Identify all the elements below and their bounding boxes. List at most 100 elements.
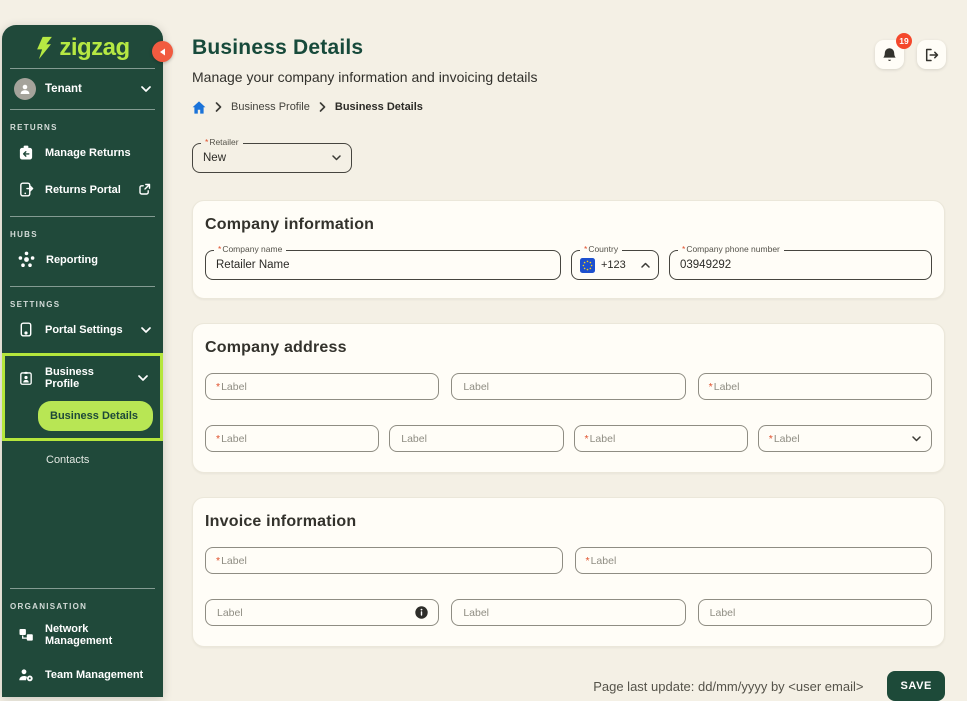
breadcrumb: Business Profile Business Details [192,100,945,114]
notifications-button[interactable]: 19 [875,40,904,69]
breadcrumb-item[interactable]: Business Profile [231,100,310,114]
placeholder: Label [462,607,489,619]
card-title: Invoice information [205,512,932,531]
country-select[interactable]: *Country +123 [571,250,659,280]
invoice-field-1[interactable]: *Label [205,547,563,574]
address-field-3[interactable]: *Label [698,373,932,400]
tenant-label: Tenant [45,83,82,95]
company-name-value: Retailer Name [216,259,290,271]
address-field-4[interactable]: *Label [205,425,379,452]
chevron-down-icon [912,436,921,442]
invoice-information-card: Invoice information *Label *Label Label … [192,497,945,647]
external-link-icon [138,183,151,196]
sidebar-bottom-group: ORGANISATION Network Management Team Man… [2,588,163,697]
retailer-value: New [203,152,226,164]
company-name-field[interactable]: *Company name Retailer Name [205,250,561,280]
chevron-up-icon [641,262,650,268]
section-label-returns: RETURNS [2,110,163,134]
portal-settings-icon [18,321,34,338]
business-profile-icon [18,370,34,387]
company-information-card: Company information *Company name Retail… [192,200,945,299]
invoice-field-5[interactable]: Label [698,599,932,626]
last-update-note: Page last update: dd/mm/yyyy by <user em… [593,679,863,694]
card-title: Company information [205,215,932,234]
sidebar-item-label: Team Management [45,669,143,681]
home-icon[interactable] [192,101,206,114]
company-address-card: Company address *Label Label *Label *Lab… [192,323,945,473]
invoice-field-3[interactable]: Label [205,599,439,626]
tenant-menu[interactable]: Tenant [2,69,163,109]
main-content: 19 Business Details Manage your company … [163,0,967,697]
address-field-2[interactable]: Label [451,373,685,400]
address-select-7[interactable]: *Label [758,425,932,452]
dial-code: +123 [601,259,626,271]
field-label: *Company phone number [678,244,784,255]
placeholder: Label [400,433,427,445]
sidebar-item-manage-returns[interactable]: Manage Returns [2,134,163,171]
sidebar-item-portal-settings[interactable]: Portal Settings [2,311,163,348]
address-row-1: *Label Label *Label [205,373,932,400]
sidebar-subitem-business-details[interactable]: Business Details [38,401,153,431]
sidebar-item-label: Manage Returns [45,147,131,159]
page-title: Business Details [192,0,945,60]
field-label: *Company name [214,244,286,255]
info-icon[interactable] [415,606,428,619]
caret-left-icon [159,48,166,56]
address-field-1[interactable]: *Label [205,373,439,400]
placeholder: *Label [709,381,740,393]
sidebar-collapse-button[interactable] [152,41,173,62]
address-field-6[interactable]: *Label [574,425,748,452]
invoice-field-2[interactable]: *Label [575,547,933,574]
reporting-hub-icon [18,251,35,268]
placeholder: *Label [586,555,617,567]
retailer-label: *Retailer [201,137,243,148]
retailer-select[interactable]: *Retailer New [192,143,352,173]
company-phone-field[interactable]: *Company phone number 03949292 [669,250,932,280]
placeholder: Label [709,607,736,619]
chevron-down-icon [332,155,341,161]
page-subtitle: Manage your company information and invo… [192,69,945,86]
sidebar-item-business-profile[interactable]: Business Profile [5,356,160,400]
eu-flag-icon [580,258,595,273]
placeholder: Label [216,607,243,619]
sidebar-item-reporting[interactable]: Reporting [2,241,163,278]
sidebar: zigzag Tenant RETURNS Manage Returns Ret… [2,25,163,697]
team-management-icon [18,667,34,683]
chevron-down-icon [138,375,148,381]
bell-icon [882,47,897,63]
placeholder: Label [462,381,489,393]
company-phone-value: 03949292 [680,259,731,271]
returns-portal-icon [18,181,34,198]
sidebar-item-label: Network Management [45,623,151,647]
chevron-down-icon [141,327,151,333]
manage-returns-icon [18,144,34,161]
placeholder: *Label [216,381,247,393]
placeholder: *Label [216,433,247,445]
logo: zigzag [2,25,163,68]
sidebar-item-team-management[interactable]: Team Management [2,657,163,693]
tenant-avatar-icon [14,78,36,100]
placeholder: *Label [585,433,616,445]
header-actions: 19 [875,40,946,69]
breadcrumb-current: Business Details [335,100,423,114]
placeholder: *Label [769,433,800,445]
logout-button[interactable] [917,40,946,69]
section-label-organisation: ORGANISATION [2,589,163,613]
zigzag-logo-icon [35,36,54,60]
network-management-icon [18,627,34,643]
logout-icon [924,48,939,62]
field-label: *Country [580,244,622,255]
invoice-row-1: *Label *Label [205,547,932,574]
invoice-field-4[interactable]: Label [451,599,685,626]
sidebar-item-label: Business Profile [45,366,127,390]
logo-text: zigzag [59,36,129,60]
sidebar-item-returns-portal[interactable]: Returns Portal [2,171,163,208]
sidebar-subitem-contacts[interactable]: Contacts [2,441,163,474]
company-info-fields: *Company name Retailer Name *Country +12… [205,250,932,280]
sidebar-item-network-management[interactable]: Network Management [2,613,163,657]
address-field-5[interactable]: Label [389,425,563,452]
sidebar-item-label: Returns Portal [45,184,121,196]
section-label-settings: SETTINGS [2,287,163,311]
tutorial-highlight-box: Business Profile Business Details [2,353,163,441]
sidebar-item-label: Reporting [46,254,98,266]
